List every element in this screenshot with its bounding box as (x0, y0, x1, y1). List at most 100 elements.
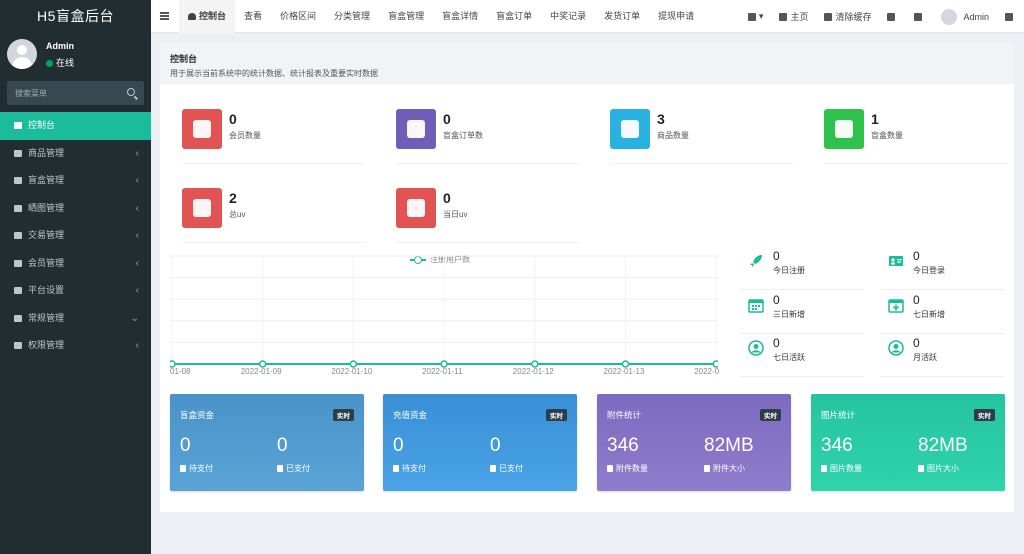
fullscreen-icon (914, 12, 923, 21)
sidebar-item-auth[interactable]: 权限管理 ‹ (0, 332, 151, 360)
stat-label: 当日uv (443, 210, 468, 219)
user-menu[interactable]: Admin (933, 0, 997, 33)
sidebar-item-label: 常规管理 (28, 312, 65, 323)
realtime-badge: 实时 (333, 409, 354, 421)
language-button[interactable] (879, 0, 906, 33)
chevron-left-icon: ‹ (135, 230, 139, 241)
card-label-pending: 待支付 (393, 463, 426, 474)
sidebar-item-label: 商品管理 (28, 147, 65, 158)
user-name: Admin (46, 41, 74, 51)
home-icon (779, 12, 788, 21)
card-title: 图片统计 (821, 410, 856, 420)
sidebar-item-dashboard[interactable]: 控制台 (0, 112, 151, 140)
stat-value: 3 (657, 111, 665, 127)
small-stat-today-login: 0 今日登录 (880, 248, 1004, 290)
tab-dashboard[interactable]: 控制台 (179, 0, 236, 33)
divider (740, 289, 864, 290)
card-title: 充值资金 (393, 410, 428, 420)
small-stat-seven-day-new: 0 七日新增 (880, 292, 1004, 334)
files-icon (607, 465, 613, 472)
fullscreen-button[interactable] (906, 0, 933, 33)
stat-icon-box (610, 109, 650, 149)
sidebar-item-showcase[interactable]: 晒图管理 ‹ (0, 195, 151, 223)
stat-icon-box (182, 188, 222, 228)
stat-goods-count: 3 商品数量 (610, 109, 793, 164)
clear-cache-button[interactable]: 清除缓存 (816, 0, 879, 33)
users-icon (193, 120, 211, 138)
tab-bar: 控制台 查看 价格区间 分类管理 盲盒管理 盲盒详情 盲盒订单 中奖记录 发货订… (179, 0, 703, 33)
card-value-pending: 0 (393, 435, 404, 456)
small-stat-value: 0 (773, 293, 780, 307)
stat-member-count: 0 会员数量 (182, 109, 365, 164)
divider (880, 289, 1004, 290)
list-icon (747, 12, 756, 21)
tab-blindbox-detail[interactable]: 盲盒详情 (433, 0, 487, 33)
sidebar-item-general[interactable]: 常规管理 ⌄ (0, 305, 151, 333)
divider (880, 333, 1004, 334)
user-registration-chart (170, 255, 718, 368)
tab-withdraw[interactable]: 提现申请 (649, 0, 703, 33)
filter-icon (277, 465, 283, 472)
panel-header: 控制台 用于展示当前系统中的统计数据、统计报表及重要实时数据 (160, 42, 1014, 84)
sidebar-item-label: 会员管理 (28, 257, 65, 268)
stat-value: 0 (443, 111, 451, 127)
card-label-text: 已支付 (286, 464, 310, 473)
tab-shipping-order[interactable]: 发货订单 (595, 0, 649, 33)
card-label-size: 图片大小 (918, 463, 959, 474)
home-label: 主页 (790, 12, 809, 22)
sidebar-menu: 控制台 商品管理 ‹ 盲盒管理 ‹ 晒图管理 ‹ 交易管理 ‹ 会员管理 ‹ 平台设置 ‹ … (0, 112, 151, 360)
card-title: 附件统计 (607, 410, 642, 420)
x-tick-label: 01-08 (170, 367, 191, 376)
tabs-dropdown-button[interactable]: ▾ (740, 0, 772, 33)
small-stat-label: 今日注册 (773, 266, 805, 275)
app: H5盲盒后台 Admin 在线 控制台 商品管理 ‹ 盲盒管理 ‹ 晒图管理 ‹ 交易… (0, 0, 1024, 554)
user-circle-icon (888, 340, 904, 356)
divider (740, 333, 864, 334)
card-label-text: 待支付 (189, 464, 213, 473)
tab-blindbox-order[interactable]: 盲盒订单 (487, 0, 541, 33)
sidebar-item-label: 权限管理 (28, 340, 65, 350)
stat-order-count: 0 盲盒订单数 (396, 109, 579, 164)
tab-category[interactable]: 分类管理 (325, 0, 379, 33)
realtime-badge: 实时 (974, 409, 995, 421)
search-icon[interactable] (127, 88, 135, 96)
dropbox-icon (835, 120, 853, 138)
chevron-left-icon: ‹ (135, 175, 139, 186)
caret-down-icon: ▾ (758, 11, 764, 21)
search-input[interactable] (7, 81, 117, 105)
sidebar-item-blindbox[interactable]: 盲盒管理 ‹ (0, 167, 151, 195)
tab-label: 控制台 (199, 11, 227, 21)
dropbox-icon (14, 204, 22, 212)
stat-value: 0 (229, 111, 237, 127)
user-panel: Admin 在线 (0, 33, 151, 78)
sidebar-item-label: 晒图管理 (28, 202, 65, 213)
sidebar-item-label: 平台设置 (28, 285, 65, 295)
brand-title[interactable]: H5盲盒后台 (0, 0, 151, 33)
tab-view[interactable]: 查看 (235, 0, 271, 33)
trash-icon (824, 12, 833, 21)
tab-blindbox[interactable]: 盲盒管理 (379, 0, 433, 33)
dashboard-icon (14, 122, 22, 129)
divider (610, 163, 793, 164)
vcard-icon (889, 256, 903, 266)
chevron-left-icon: ‹ (135, 257, 139, 269)
tab-price-range[interactable]: 价格区间 (271, 0, 325, 33)
home-button[interactable]: 主页 (771, 0, 816, 33)
stat-icon-box (182, 109, 222, 149)
stat-today-uv: 0 当日uv (396, 188, 579, 243)
stat-label: 盲盒数量 (871, 131, 903, 140)
menu-toggle-icon[interactable] (160, 12, 169, 20)
card-value-size: 82MB (918, 435, 968, 456)
cogs-icon (14, 314, 22, 322)
tab-prize-record[interactable]: 中奖记录 (541, 0, 595, 33)
card-value-paid: 0 (277, 435, 288, 456)
users-icon (407, 199, 425, 217)
settings-button[interactable] (997, 0, 1024, 33)
sidebar-item-members[interactable]: 会员管理 ‹ (0, 250, 151, 278)
sidebar-item-trade[interactable]: 交易管理 ‹ (0, 222, 151, 250)
chevron-left-icon: ‹ (135, 147, 139, 159)
small-stat-monthly-active: 0 月活跃 (880, 335, 1004, 377)
sidebar-item-platform[interactable]: 平台设置 ‹ (0, 277, 151, 305)
chevron-left-icon: ‹ (135, 285, 139, 296)
sidebar-item-goods[interactable]: 商品管理 ‹ (0, 140, 151, 168)
